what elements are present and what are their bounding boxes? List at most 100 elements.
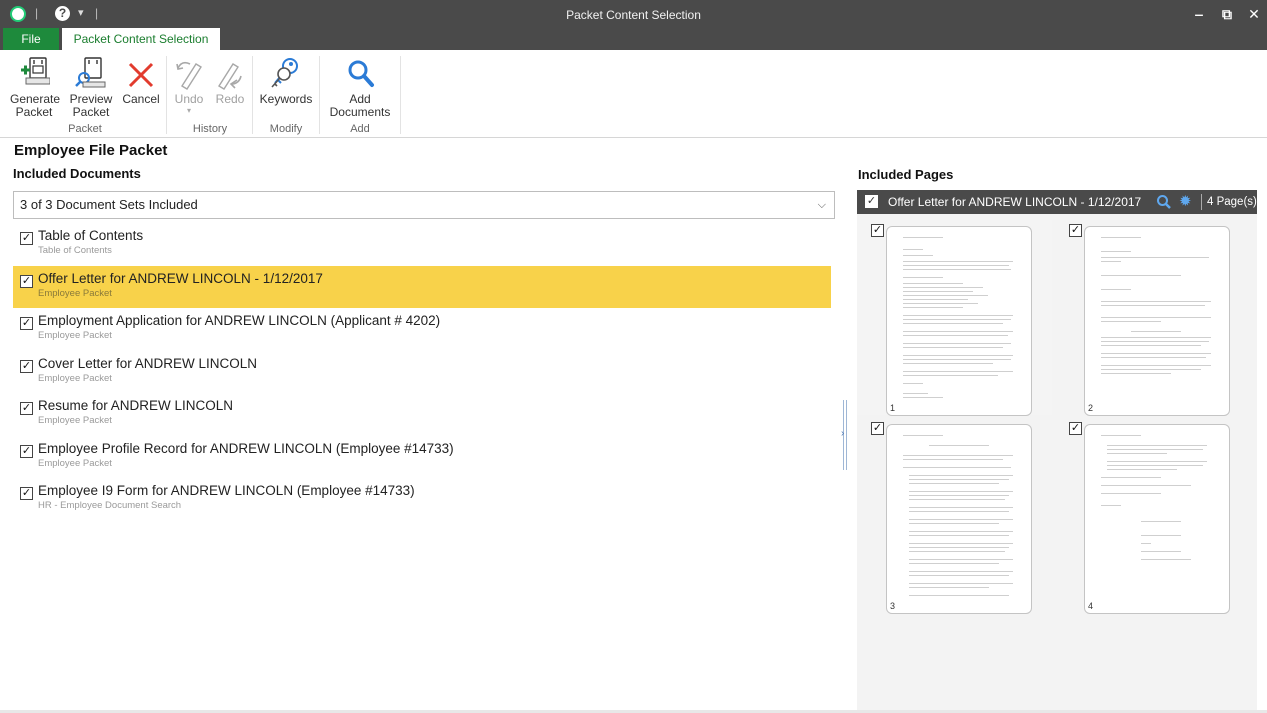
splitter-line — [846, 400, 847, 470]
document-checkbox[interactable]: ✓ — [20, 232, 33, 245]
add-documents-button[interactable]: Add Documents — [325, 54, 395, 119]
page-thumbnail[interactable]: 2 — [1084, 226, 1230, 416]
redo-label: Redo — [215, 92, 245, 106]
title-bar: | ? ▾ | Packet Content Selection ‒ ⧉ ✕ — [0, 0, 1267, 28]
header-separator — [1201, 194, 1202, 210]
included-documents-heading: Included Documents — [13, 166, 141, 181]
preview-packet-label: Preview Packet — [69, 92, 113, 119]
preview-packet-button[interactable]: Preview Packet — [67, 54, 115, 119]
page-thumbnail-cell[interactable]: ✓ 4 — [1055, 418, 1250, 614]
gear-icon[interactable]: ✹ — [1179, 194, 1195, 210]
document-checkbox[interactable]: ✓ — [20, 402, 33, 415]
document-name: Table of Contents — [38, 228, 144, 243]
document-name: Offer Letter for ANDREW LINCOLN - 1/12/2… — [38, 270, 323, 286]
document-source: Employee Packet — [38, 457, 112, 469]
redo-icon — [211, 54, 249, 90]
group-label-modify: Modify — [269, 123, 303, 135]
group-separator — [252, 56, 253, 134]
list-item-selected[interactable]: ✓ Offer Letter for ANDREW LINCOLN - 1/12… — [13, 265, 831, 308]
page-thumbnail[interactable]: 1 — [886, 226, 1032, 416]
included-pages-pane: Included Pages ✓ Offer Letter for ANDREW… — [852, 160, 1262, 712]
group-separator — [400, 56, 401, 134]
page-number: 4 — [1088, 601, 1094, 611]
document-checkbox[interactable]: ✓ — [20, 444, 33, 458]
page-checkbox[interactable]: ✓ — [1069, 422, 1082, 435]
preview-packet-icon — [67, 54, 115, 90]
page-checkbox[interactable]: ✓ — [871, 224, 884, 237]
tab-file[interactable]: File — [3, 28, 59, 50]
document-list: ✓ Table of Contents Table of Contents ✓ … — [13, 223, 831, 521]
document-checkbox[interactable]: ✓ — [20, 487, 33, 500]
document-name: Employee I9 Form for ANDREW LINCOLN (Emp… — [38, 483, 415, 498]
document-source: HR - Employee Document Search — [38, 500, 182, 511]
list-item[interactable]: ✓ Employee Profile Record for ANDREW LIN… — [13, 436, 831, 479]
generate-packet-label: Generate Packet — [10, 92, 61, 119]
tab-packet-content-selection[interactable]: Packet Content Selection — [62, 28, 220, 50]
document-name: Resume for ANDREW LINCOLN — [38, 398, 234, 413]
list-item[interactable]: ✓ Employment Application for ANDREW LINC… — [13, 308, 831, 351]
page-number: 2 — [1088, 403, 1094, 413]
document-sets-dropdown[interactable]: 3 of 3 Document Sets Included ⌵ — [13, 191, 835, 219]
document-source: Employee Packet — [38, 287, 112, 299]
list-item[interactable]: ✓ Table of Contents Table of Contents — [13, 223, 831, 266]
included-documents-pane: Employee File Packet Included Documents … — [8, 140, 838, 712]
document-checkbox[interactable]: ✓ — [20, 317, 33, 330]
ribbon: Generate Packet Preview Packet Cancel Pa… — [0, 50, 1267, 138]
generate-packet-button[interactable]: Generate Packet — [10, 54, 61, 119]
minimize-button[interactable]: ‒ — [1189, 4, 1209, 24]
chevron-right-icon[interactable]: › — [841, 428, 844, 439]
undo-label: Undo — [174, 92, 204, 106]
cancel-icon — [120, 54, 162, 90]
document-source: Table of Contents — [38, 245, 112, 256]
page-thumbnail[interactable]: 4 — [1084, 424, 1230, 614]
document-source: Employee Packet — [38, 330, 112, 341]
page-thumbnail-cell[interactable]: ✓ 2 — [1055, 220, 1250, 416]
list-item[interactable]: ✓ Cover Letter for ANDREW LINCOLN Employ… — [13, 351, 831, 394]
cancel-button[interactable]: Cancel — [120, 54, 162, 106]
document-name: Cover Letter for ANDREW LINCOLN — [38, 355, 258, 371]
generate-packet-icon — [10, 54, 58, 90]
pane-splitter[interactable]: › — [840, 400, 850, 480]
list-item[interactable]: ✓ Employee I9 Form for ANDREW LINCOLN (E… — [13, 478, 831, 521]
zoom-icon[interactable] — [1156, 194, 1172, 210]
document-checkbox[interactable]: ✓ — [20, 359, 33, 373]
group-label-history: History — [192, 123, 228, 135]
page-thumbnail-cell[interactable]: ✓ — [857, 418, 1052, 614]
keywords-icon — [257, 54, 315, 90]
page-thumbnails-grid: ✓ 1 ✓ 2 ✓ 3 ✓ 4 — [857, 214, 1257, 712]
list-item[interactable]: ✓ Resume for ANDREW LINCOLN Employee Pac… — [13, 393, 831, 436]
document-checkbox[interactable]: ✓ — [20, 274, 33, 288]
keywords-button[interactable]: Keywords — [257, 54, 315, 106]
undo-dropdown-icon[interactable]: ▾ — [170, 106, 208, 116]
page-checkbox[interactable]: ✓ — [871, 422, 884, 435]
restore-button[interactable]: ⧉ — [1217, 4, 1237, 24]
group-label-packet: Packet — [68, 123, 102, 135]
group-separator — [319, 56, 320, 134]
group-label-add: Add — [350, 123, 370, 135]
packet-title: Employee File Packet — [14, 142, 168, 159]
document-sets-dropdown-value: 3 of 3 Document Sets Included — [20, 197, 198, 212]
search-icon — [325, 54, 395, 90]
document-source: Employee Packet — [38, 372, 112, 384]
document-name: Employment Application for ANDREW LINCOL… — [38, 313, 441, 328]
window-title: Packet Content Selection — [566, 8, 701, 22]
included-pages-heading: Included Pages — [858, 167, 954, 182]
page-thumbnail-cell[interactable]: ✓ — [857, 220, 1052, 416]
redo-button[interactable]: Redo — [211, 54, 249, 106]
cancel-label: Cancel — [122, 92, 160, 106]
add-documents-label: Add Documents — [329, 92, 391, 119]
keywords-label: Keywords — [259, 92, 313, 106]
undo-icon — [170, 54, 208, 90]
undo-button[interactable]: Undo ▾ — [170, 54, 208, 116]
page-checkbox[interactable]: ✓ — [1069, 224, 1082, 237]
document-source: Employee Packet — [38, 415, 112, 426]
group-separator — [166, 56, 167, 134]
pages-document-title: Offer Letter for ANDREW LINCOLN - 1/12/2… — [888, 195, 1142, 209]
page-count: 4 Page(s) — [1207, 196, 1257, 208]
close-button[interactable]: ✕ — [1244, 4, 1264, 24]
page-number: 3 — [890, 601, 896, 611]
select-all-pages-checkbox[interactable]: ✓ — [865, 195, 878, 208]
ribbon-tab-row: File Packet Content Selection — [0, 28, 1267, 50]
page-thumbnail[interactable]: 3 — [886, 424, 1032, 614]
chevron-down-icon: ⌵ — [817, 199, 826, 211]
